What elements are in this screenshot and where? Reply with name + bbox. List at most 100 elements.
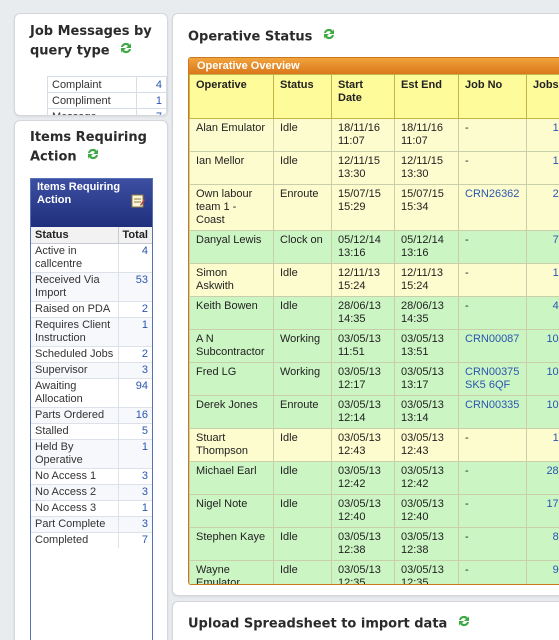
operative-start-date: 15/07/15 15:29 [331,184,395,231]
items-action-count-link[interactable]: 5 [117,423,152,440]
items-action-count-link[interactable]: 94 [117,378,152,408]
items-action-count-link[interactable]: 4 [117,243,152,273]
operative-job-no[interactable]: CRN00335 [458,395,527,429]
operative-jobs-count[interactable]: 9 [526,560,559,584]
operative-jobs-count[interactable]: 1 [526,428,559,462]
job-messages-title: Job Messages by query type [30,23,165,61]
items-action-label: Active in callcentre [31,243,119,273]
items-action-row: Completed 7 [31,532,152,548]
operative-est-end: 03/05/13 13:17 [394,362,459,396]
items-action-box-header: Items Requiring Action [31,179,152,227]
operative-status: Idle [273,263,332,297]
operative-overview-table: Operative Status Start Date Est End Job No Jo… [189,74,559,584]
operative-job-no: - [458,263,527,297]
operative-jobs-count[interactable]: 28 [526,461,559,495]
overview-column-header[interactable]: Operative [189,74,274,119]
operative-jobs-count[interactable]: 10 [526,362,559,396]
operative-jobs-count[interactable]: 17 [526,494,559,528]
job-messages-table: Complaint4Compliment1Message7 [47,76,167,115]
items-action-label: Stalled [31,423,119,440]
items-action-count-link[interactable]: 3 [117,362,152,379]
operative-jobs-count[interactable]: 7 [526,230,559,264]
job-message-label: Complaint [47,76,137,93]
operative-job-no: - [458,428,527,462]
items-action-count-link[interactable]: 53 [117,272,152,302]
items-action-count-link[interactable]: 1 [117,500,152,517]
overview-column-header[interactable]: Job No [458,74,527,119]
job-message-count-link[interactable]: 4 [136,76,167,93]
overview-column-header[interactable]: Jobs [526,74,559,119]
items-action-count-link[interactable]: 2 [117,301,152,318]
items-action-count-link[interactable]: 7 [117,532,152,548]
notes-icon[interactable] [130,193,146,213]
operative-jobs-count[interactable]: 1 [526,118,559,152]
items-action-count-link[interactable]: 3 [117,468,152,485]
refresh-icon[interactable] [118,41,134,61]
upload-title-text: Upload Spreadsheet to import data [188,616,448,632]
operative-est-end: 03/05/13 13:51 [394,329,459,363]
items-action-row: Supervisor 3 [31,362,152,379]
items-action-label: Received Via Import [31,272,119,302]
operative-job-no: - [458,527,527,561]
operative-jobs-count[interactable]: 4 [526,296,559,330]
operative-name: Simon Askwith [189,263,274,297]
operative-jobs-count[interactable]: 2 [526,184,559,231]
job-message-count-link[interactable]: 7 [136,108,167,115]
operative-start-date: 12/11/15 13:30 [331,151,395,185]
items-action-count-link[interactable]: 3 [117,516,152,533]
items-action-label: Held By Operative [31,439,119,469]
overview-column-header[interactable]: Status [273,74,332,119]
operative-row: Wayne Emulator Idle 03/05/13 12:35 03/05/13… [189,560,559,584]
operative-jobs-count[interactable]: 8 [526,527,559,561]
operative-row: Own labour team 1 - Coast Enroute 15/07/15… [189,184,559,231]
operative-job-no[interactable]: CRN00375 SK5 6QF [458,362,527,396]
operative-jobs-count[interactable]: 1 [526,263,559,297]
col-total-header: Total [117,227,152,244]
operative-job-no: - [458,461,527,495]
refresh-icon[interactable] [85,147,101,167]
items-action-label: No Access 3 [31,500,119,517]
operative-est-end: 18/11/16 11:07 [394,118,459,152]
items-action-label: Requires Client Instruction [31,317,119,347]
operative-name: Stephen Kaye [189,527,274,561]
items-action-row: Stalled 5 [31,423,152,440]
items-action-label: Part Complete [31,516,119,533]
operative-status: Idle [273,151,332,185]
operative-jobs-count[interactable]: 1 [526,151,559,185]
operative-est-end: 03/05/13 12:43 [394,428,459,462]
items-action-count-link[interactable]: 2 [117,346,152,363]
col-status-header: Status [31,227,119,244]
items-action-count-link[interactable]: 1 [117,439,152,469]
operative-start-date: 03/05/13 12:35 [331,560,395,584]
job-messages-panel: Job Messages by query type Complaint 4 Com… [14,13,168,116]
refresh-icon[interactable] [321,27,337,47]
operative-est-end: 03/05/13 13:14 [394,395,459,429]
operative-start-date: 03/05/13 12:40 [331,494,395,528]
items-action-label: Scheduled Jobs [31,346,119,363]
operative-job-no[interactable]: CRN00087 [458,329,527,363]
refresh-icon[interactable] [456,614,472,634]
operative-job-no[interactable]: CRN26362 [458,184,527,231]
operative-job-no: - [458,560,527,584]
operative-status: Idle [273,296,332,330]
operative-jobs-count[interactable]: 10 [526,395,559,429]
operative-status-title-text: Operative Status [188,29,313,45]
items-action-count-link[interactable]: 3 [117,484,152,501]
operative-status: Idle [273,461,332,495]
job-message-label: Message [47,108,137,115]
overview-column-header[interactable]: Start Date [331,74,395,119]
operative-row: Fred LG Working 03/05/13 12:17 03/05/13 13:… [189,362,559,396]
operative-overview-header: Operative Overview [189,58,559,74]
operative-jobs-count[interactable]: 10 [526,329,559,363]
operative-row: Stephen Kaye Idle 03/05/13 12:38 03/05/13 1… [189,527,559,561]
operative-row: Nigel Note Idle 03/05/13 12:40 03/05/13 12:… [189,494,559,528]
operative-status: Idle [273,527,332,561]
operative-status: Enroute [273,395,332,429]
overview-column-header[interactable]: Est End [394,74,459,119]
operative-est-end: 03/05/13 12:35 [394,560,459,584]
operative-start-date: 03/05/13 11:51 [331,329,395,363]
operative-start-date: 03/05/13 12:17 [331,362,395,396]
job-message-count-link[interactable]: 1 [136,92,167,109]
items-action-count-link[interactable]: 1 [117,317,152,347]
items-action-count-link[interactable]: 16 [117,407,152,424]
